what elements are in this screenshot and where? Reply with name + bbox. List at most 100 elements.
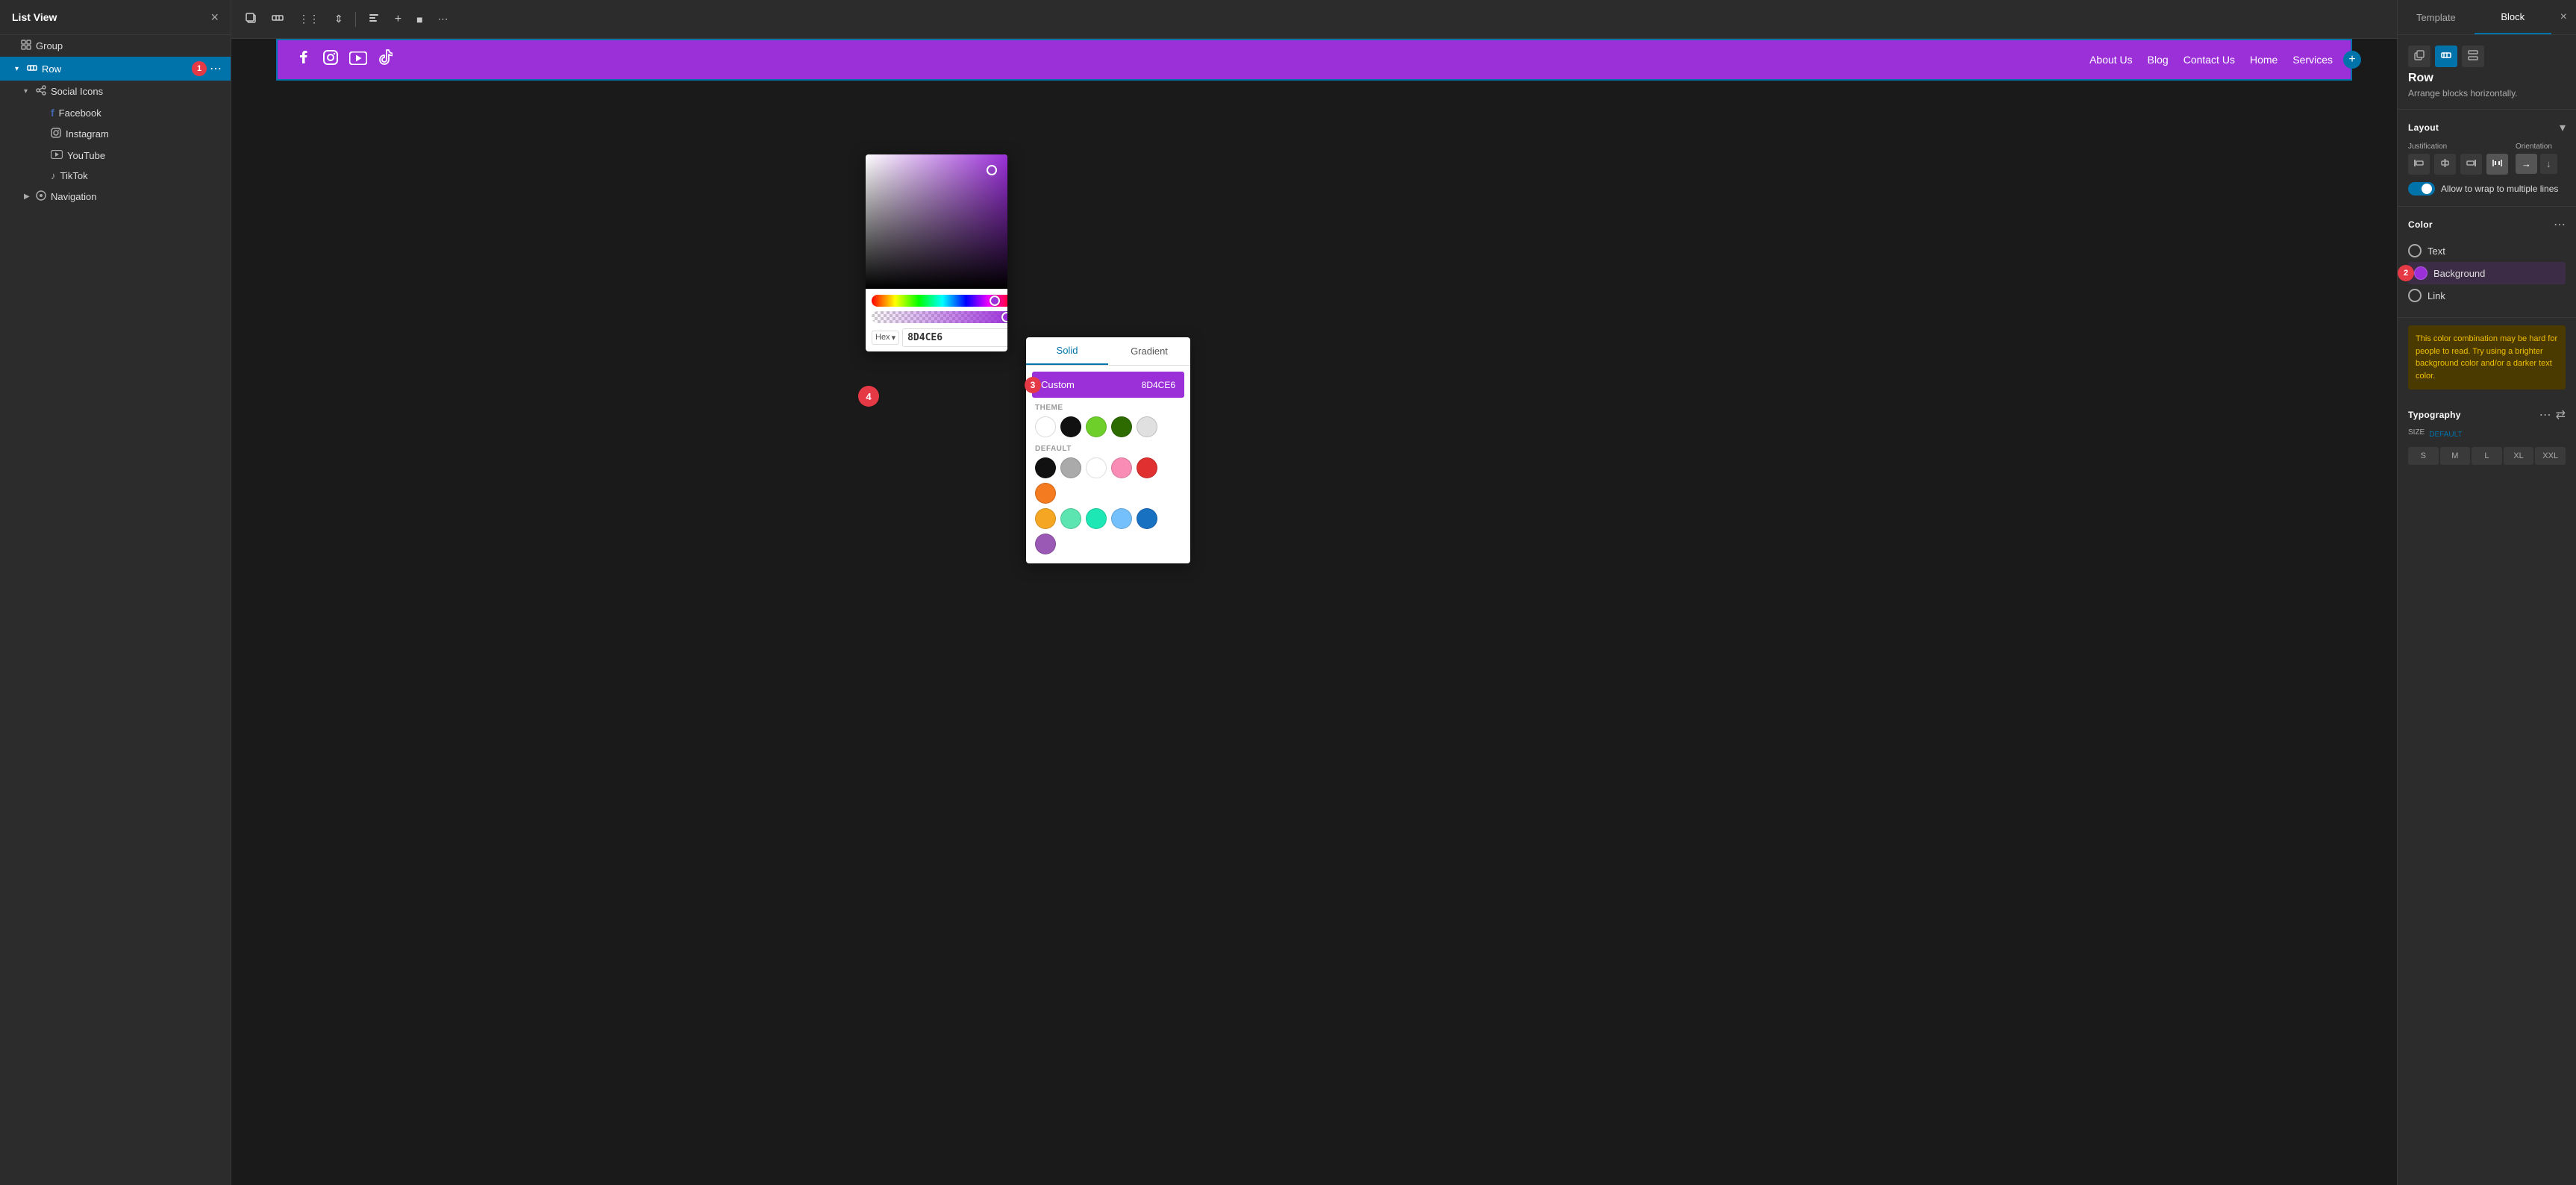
alpha-thumb[interactable]: [1001, 312, 1007, 322]
drag-button[interactable]: ⋮⋮: [293, 8, 325, 30]
social-icons-bar: [296, 49, 393, 70]
youtube-social-icon[interactable]: [349, 50, 367, 69]
align-left-button[interactable]: [362, 7, 386, 31]
swatch-green[interactable]: [1086, 416, 1107, 437]
hue-slider[interactable]: [872, 295, 1007, 307]
navigation-icon: [36, 190, 46, 203]
nav-services[interactable]: Services: [2292, 54, 2333, 66]
facebook-icon: f: [51, 107, 54, 119]
hex-type-selector[interactable]: Hex ▾: [872, 331, 899, 345]
size-buttons-group: S M L XL XXL: [2408, 447, 2566, 465]
size-xxl-button[interactable]: XXL: [2535, 447, 2566, 465]
swatch-d-mint[interactable]: [1060, 508, 1081, 529]
layout-collapse-button[interactable]: ▾: [2560, 120, 2566, 135]
row-more-button[interactable]: ⋯: [207, 61, 225, 76]
justification-orientation-row: Justification Orient: [2408, 143, 2566, 175]
tree-item-instagram[interactable]: Instagram: [0, 123, 231, 145]
swatch-d-gray[interactable]: [1060, 457, 1081, 478]
tree-item-navigation[interactable]: ▶ Navigation: [0, 186, 231, 207]
add-block-canvas-button[interactable]: +: [2343, 51, 2361, 69]
size-m-button[interactable]: M: [2440, 447, 2471, 465]
tree-item-social-icons[interactable]: ▾ Social Icons: [0, 81, 231, 102]
justification-buttons: [2408, 154, 2508, 175]
justify-start-button[interactable]: [2408, 154, 2430, 175]
block-icon-buttons: [2408, 46, 2484, 67]
duplicate-block-button[interactable]: [2408, 46, 2430, 67]
justify-space-between-button[interactable]: [2486, 154, 2508, 175]
color-section-header: Color ⋯: [2408, 217, 2566, 232]
justification-label: Justification: [2408, 143, 2508, 151]
block-title: Row: [2408, 72, 2566, 85]
orient-horizontal-button[interactable]: →: [2516, 154, 2537, 174]
swatch-d-white[interactable]: [1086, 457, 1107, 478]
swatch-dark-green[interactable]: [1111, 416, 1132, 437]
swatch-black[interactable]: [1060, 416, 1081, 437]
layout-section-title: Layout: [2408, 122, 2439, 133]
facebook-social-icon[interactable]: [296, 49, 312, 70]
right-panel-header: Template Block ×: [2398, 0, 2576, 35]
swatch-d-teal[interactable]: [1086, 508, 1107, 529]
tiktok-social-icon[interactable]: [378, 49, 393, 70]
copy-button[interactable]: [239, 7, 263, 31]
size-xl-button[interactable]: XL: [2504, 447, 2534, 465]
link-color-row[interactable]: Link: [2408, 284, 2566, 307]
justify-center-button[interactable]: [2434, 154, 2456, 175]
block-type-button[interactable]: ■: [410, 9, 428, 30]
swatch-d-orange[interactable]: [1035, 483, 1056, 504]
gradient-tab[interactable]: Gradient: [1108, 337, 1190, 365]
row-layout-button[interactable]: [266, 7, 290, 31]
alpha-slider[interactable]: [872, 311, 1007, 323]
wrap-toggle[interactable]: [2408, 182, 2435, 196]
stack-button[interactable]: [2462, 46, 2484, 67]
more-options-button[interactable]: ⋯: [432, 8, 454, 30]
size-s-button[interactable]: S: [2408, 447, 2439, 465]
custom-color-row[interactable]: 3 Custom 8D4CE6: [1032, 372, 1184, 398]
warning-text: This color combination may be hard for p…: [2416, 334, 2557, 381]
size-l-button[interactable]: L: [2472, 447, 2502, 465]
typography-adjust-button[interactable]: ⇄: [2556, 407, 2566, 422]
custom-color-value: 8D4CE6: [1142, 380, 1175, 390]
hue-thumb[interactable]: [990, 296, 1000, 306]
tree-item-group[interactable]: Group: [0, 35, 231, 57]
typography-more-button[interactable]: ⋯: [2539, 407, 2551, 422]
color-cursor[interactable]: [987, 165, 997, 175]
row-badge: 1: [192, 61, 207, 76]
left-panel: List View × Group ▾ Row 1 ⋯ ▾ Social Ico…: [0, 0, 231, 1185]
row-align-button-active[interactable]: [2435, 46, 2457, 67]
instagram-social-icon[interactable]: [322, 49, 339, 70]
nav-home[interactable]: Home: [2250, 54, 2278, 66]
swatch-d-blue[interactable]: [1137, 508, 1157, 529]
swatch-white[interactable]: [1035, 416, 1056, 437]
tree-item-youtube[interactable]: YouTube: [0, 145, 231, 166]
swatch-d-black[interactable]: [1035, 457, 1056, 478]
close-list-view-button[interactable]: ×: [210, 10, 219, 24]
swatch-d-red[interactable]: [1137, 457, 1157, 478]
background-color-row[interactable]: 2 Background: [2408, 262, 2566, 284]
swatch-d-pink[interactable]: [1111, 457, 1132, 478]
justify-end-button[interactable]: [2460, 154, 2482, 175]
solid-tab[interactable]: Solid: [1026, 337, 1108, 365]
link-color-label: Link: [2427, 290, 2445, 301]
nav-blog[interactable]: Blog: [2148, 54, 2169, 66]
orient-vertical-button[interactable]: ↓: [2540, 154, 2557, 174]
social-icons-label: Social Icons: [51, 86, 225, 97]
close-right-panel-button[interactable]: ×: [2551, 0, 2576, 34]
nav-contact[interactable]: Contact Us: [2183, 54, 2235, 66]
color-picker-popup: Hex ▾ ⊕: [866, 154, 1007, 351]
add-block-button[interactable]: +: [389, 8, 407, 31]
block-tab[interactable]: Block: [2475, 1, 2551, 34]
hex-value-input[interactable]: [902, 328, 1007, 347]
color-more-button[interactable]: ⋯: [2554, 217, 2566, 232]
tree-item-row[interactable]: ▾ Row 1 ⋯: [0, 57, 231, 81]
swatch-d-purple[interactable]: [1035, 534, 1056, 554]
nav-about[interactable]: About Us: [2089, 54, 2133, 66]
text-color-row[interactable]: Text: [2408, 240, 2566, 262]
move-button[interactable]: ⇕: [328, 8, 349, 30]
template-tab[interactable]: Template: [2398, 1, 2475, 34]
color-gradient-area[interactable]: [866, 154, 1007, 289]
tree-item-facebook[interactable]: f Facebook: [0, 102, 231, 123]
tree-item-tiktok[interactable]: ♪ TikTok: [0, 166, 231, 186]
swatch-d-blue-light[interactable]: [1111, 508, 1132, 529]
swatch-light-gray[interactable]: [1137, 416, 1157, 437]
swatch-d-yellow[interactable]: [1035, 508, 1056, 529]
